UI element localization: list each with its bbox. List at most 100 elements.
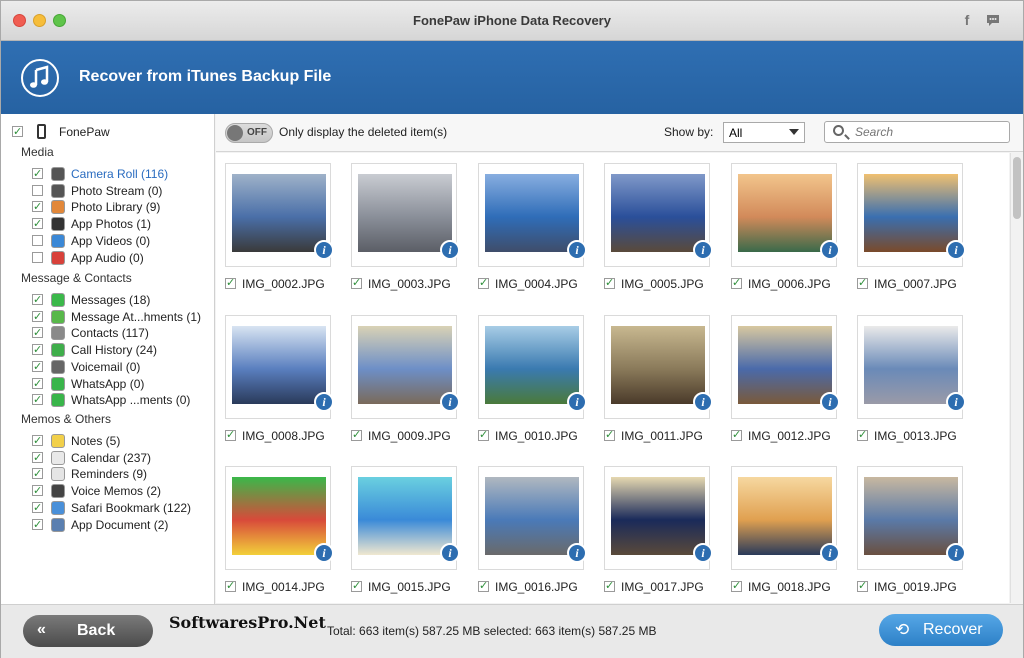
sidebar-item-label: Contacts (117) <box>71 326 149 340</box>
info-icon[interactable]: i <box>946 543 966 563</box>
category-checkbox[interactable] <box>32 376 43 392</box>
grid-scrollbar[interactable] <box>1010 153 1023 603</box>
category-checkbox[interactable] <box>32 199 43 215</box>
info-icon[interactable]: i <box>440 392 460 412</box>
recover-label: Recover <box>923 621 983 638</box>
photo-checkbox[interactable] <box>604 428 615 442</box>
photo-checkbox[interactable] <box>351 579 362 593</box>
photo-checkbox[interactable] <box>225 579 236 593</box>
category-checkbox[interactable] <box>32 292 43 308</box>
category-checkbox[interactable] <box>32 483 43 499</box>
info-icon[interactable]: i <box>693 392 713 412</box>
info-icon[interactable]: i <box>314 240 334 260</box>
info-icon[interactable]: i <box>946 392 966 412</box>
search-box[interactable] <box>824 121 1010 143</box>
scrollbar-thumb[interactable] <box>1013 157 1021 219</box>
photo-checkbox[interactable] <box>478 579 489 593</box>
photo-thumbnail <box>611 477 705 555</box>
photo-thumbnail <box>358 174 452 252</box>
photo-checkbox[interactable] <box>225 428 236 442</box>
photo-checkbox[interactable] <box>857 579 868 593</box>
photo-thumbnail-frame[interactable]: i <box>351 315 460 419</box>
feedback-icon[interactable] <box>985 12 1001 28</box>
info-icon[interactable]: i <box>567 240 587 260</box>
photo-thumbnail <box>232 174 326 252</box>
photo-checkbox[interactable] <box>351 428 362 442</box>
search-input[interactable] <box>855 124 1005 140</box>
recover-button[interactable]: ⟲ Recover <box>879 614 1003 646</box>
photo-filename: IMG_0007.JPG <box>874 277 957 291</box>
photo-thumbnail-frame[interactable]: i <box>225 315 334 419</box>
photo-checkbox[interactable] <box>604 276 615 290</box>
photo-thumbnail-frame[interactable]: i <box>478 466 587 570</box>
category-checkbox[interactable] <box>32 466 43 482</box>
category-checkbox[interactable] <box>32 252 43 263</box>
back-button[interactable]: « Back <box>23 615 153 647</box>
photo-thumbnail-frame[interactable]: i <box>225 163 334 267</box>
category-checkbox[interactable] <box>32 392 43 408</box>
category-checkbox[interactable] <box>32 185 43 196</box>
category-checkbox[interactable] <box>32 517 43 533</box>
info-icon[interactable]: i <box>693 240 713 260</box>
category-checkbox[interactable] <box>32 500 43 516</box>
photo-thumbnail-frame[interactable]: i <box>225 466 334 570</box>
sidebar-item-label: Camera Roll (116) <box>71 167 169 181</box>
sidebar-item-label: Voice Memos (2) <box>71 484 162 498</box>
photo-checkbox[interactable] <box>351 276 362 290</box>
photo-checkbox[interactable] <box>604 579 615 593</box>
category-checkbox[interactable] <box>32 166 43 182</box>
info-icon[interactable]: i <box>567 392 587 412</box>
category-checkbox[interactable] <box>32 450 43 466</box>
device-name: FonePaw <box>59 125 110 139</box>
photo-checkbox[interactable] <box>857 276 868 290</box>
info-icon[interactable]: i <box>820 240 840 260</box>
sidebar-item-label: App Audio (0) <box>71 251 144 265</box>
photo-thumbnail-frame[interactable]: i <box>731 466 840 570</box>
category-checkbox[interactable] <box>32 309 43 325</box>
photo-thumbnail-frame[interactable]: i <box>604 315 713 419</box>
photo-checkbox[interactable] <box>857 428 868 442</box>
device-checkbox[interactable] <box>12 124 23 140</box>
photo-checkbox[interactable] <box>478 428 489 442</box>
show-by-select[interactable]: All <box>723 122 805 143</box>
deleted-only-toggle[interactable]: OFF <box>225 123 273 143</box>
info-icon[interactable]: i <box>314 543 334 563</box>
info-icon[interactable]: i <box>946 240 966 260</box>
photo-thumbnail-frame[interactable]: i <box>731 315 840 419</box>
info-icon[interactable]: i <box>314 392 334 412</box>
photo-thumbnail-frame[interactable]: i <box>857 315 966 419</box>
sidebar-item-label: Photo Stream (0) <box>71 184 163 198</box>
photo-thumbnail-frame[interactable]: i <box>857 163 966 267</box>
photo-checkbox[interactable] <box>731 579 742 593</box>
photo-thumbnail-frame[interactable]: i <box>731 163 840 267</box>
info-icon[interactable]: i <box>820 392 840 412</box>
itunes-music-icon <box>21 59 59 97</box>
facebook-icon[interactable]: f <box>959 12 975 28</box>
photo-thumbnail <box>611 174 705 252</box>
category-checkbox[interactable] <box>32 235 43 246</box>
photo-thumbnail-frame[interactable]: i <box>351 466 460 570</box>
info-icon[interactable]: i <box>693 543 713 563</box>
info-icon[interactable]: i <box>440 543 460 563</box>
photo-checkbox[interactable] <box>731 276 742 290</box>
photo-thumbnail-frame[interactable]: i <box>478 163 587 267</box>
sidebar-item-label: Reminders (9) <box>71 467 148 481</box>
photo-filename: IMG_0011.JPG <box>621 429 703 443</box>
photo-thumbnail-frame[interactable]: i <box>604 163 713 267</box>
category-checkbox[interactable] <box>32 325 43 341</box>
photo-thumbnail-frame[interactable]: i <box>604 466 713 570</box>
category-checkbox[interactable] <box>32 216 43 232</box>
photo-thumbnail-frame[interactable]: i <box>478 315 587 419</box>
photo-checkbox[interactable] <box>478 276 489 290</box>
info-icon[interactable]: i <box>567 543 587 563</box>
category-checkbox[interactable] <box>32 433 43 449</box>
photo-checkbox[interactable] <box>225 276 236 290</box>
category-checkbox[interactable] <box>32 359 43 375</box>
info-icon[interactable]: i <box>440 240 460 260</box>
category-checkbox[interactable] <box>32 342 43 358</box>
photo-thumbnail-frame[interactable]: i <box>351 163 460 267</box>
photo-caption: IMG_0017.JPG <box>604 579 734 594</box>
photo-checkbox[interactable] <box>731 428 742 442</box>
photo-thumbnail-frame[interactable]: i <box>857 466 966 570</box>
info-icon[interactable]: i <box>820 543 840 563</box>
